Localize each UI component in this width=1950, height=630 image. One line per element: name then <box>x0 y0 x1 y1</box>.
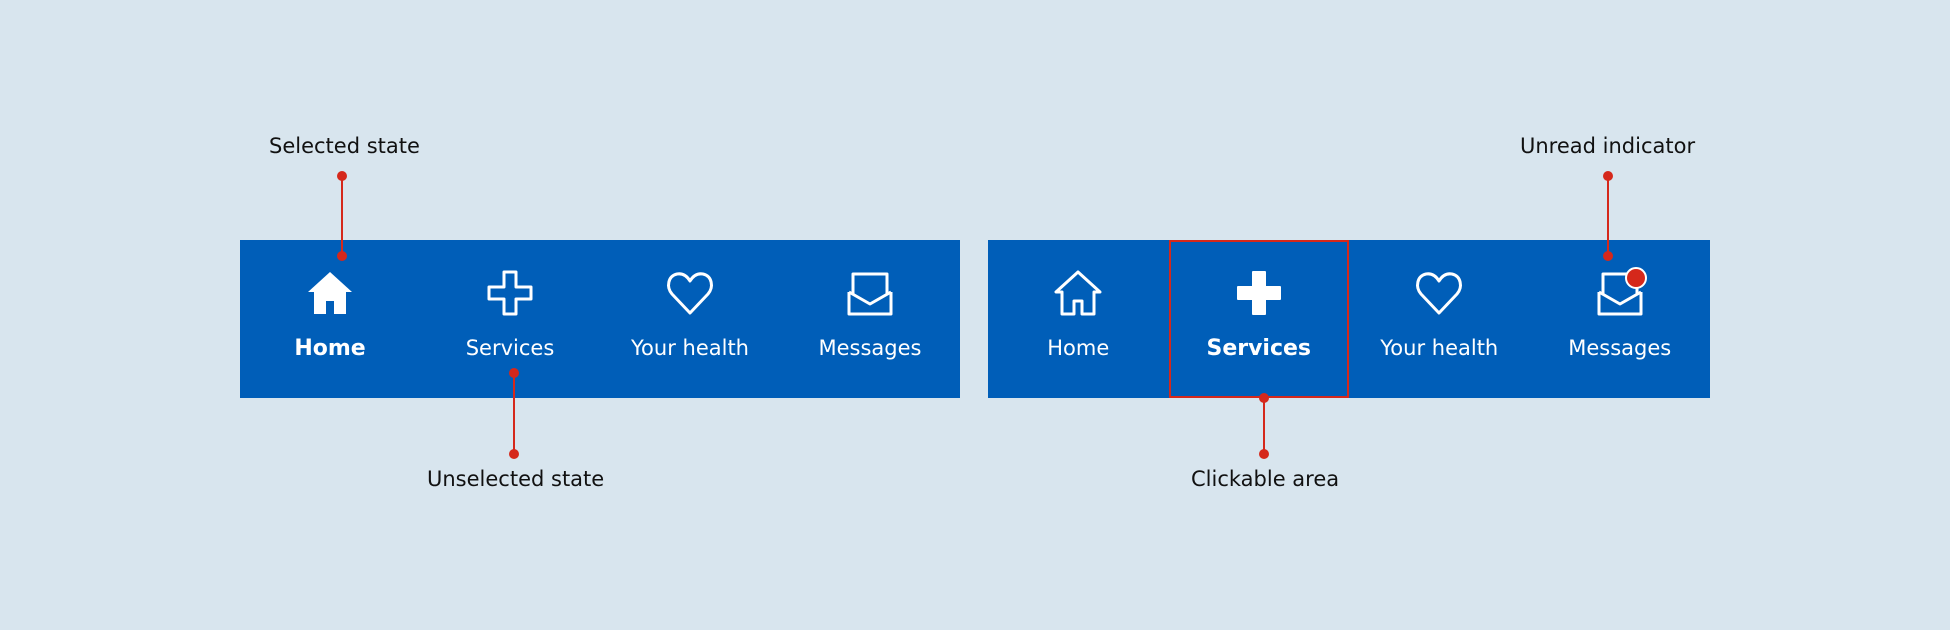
nav-item-label: Your health <box>631 336 749 360</box>
nav-item-home[interactable]: Home <box>988 240 1169 398</box>
annotation-leader-line <box>1263 398 1265 455</box>
nav-item-label: Messages <box>818 336 922 360</box>
annotation-dot <box>509 449 519 459</box>
annotation-dot <box>1259 449 1269 459</box>
heart-icon <box>1414 268 1464 318</box>
nav-item-label: Your health <box>1380 336 1499 360</box>
annotation-dot <box>509 368 519 378</box>
nav-item-messages[interactable]: Messages <box>780 240 960 398</box>
services-cross-icon <box>1234 268 1284 318</box>
nav-item-label: Services <box>1206 336 1312 361</box>
home-icon <box>305 268 355 318</box>
nav-item-label: Messages <box>1568 336 1672 360</box>
nav-item-messages[interactable]: Messages <box>1530 240 1711 398</box>
services-cross-icon <box>485 268 535 318</box>
annotation-unread-indicator: Unread indicator <box>1520 134 1696 158</box>
annotation-unselected-state: Unselected state <box>427 467 605 491</box>
heart-icon <box>665 268 715 318</box>
annotation-dot <box>1259 393 1269 403</box>
envelope-icon <box>845 268 895 318</box>
annotation-leader-line <box>341 176 343 256</box>
envelope-icon <box>1595 267 1647 318</box>
annotation-dot <box>337 171 347 181</box>
annotation-leader-line <box>1607 176 1609 256</box>
annotation-leader-line <box>513 373 515 455</box>
annotation-dot <box>1603 251 1613 261</box>
annotation-dot <box>1603 171 1613 181</box>
nav-item-label: Services <box>465 336 555 360</box>
bottom-nav-bar-example-2: Home Services Your health Messages <box>988 240 1710 398</box>
annotation-dot <box>337 251 347 261</box>
nav-item-your-health[interactable]: Your health <box>1349 240 1530 398</box>
annotation-clickable-area: Clickable area <box>1191 467 1340 491</box>
home-icon <box>1053 268 1103 318</box>
nav-item-label: Home <box>1047 336 1110 360</box>
nav-item-home[interactable]: Home <box>240 240 420 398</box>
bottom-nav-bar-example-1: Home Services Your health Messages <box>240 240 960 398</box>
annotation-selected-state: Selected state <box>269 134 420 158</box>
nav-item-services[interactable]: Services <box>1168 240 1349 398</box>
unread-indicator-badge <box>1624 267 1647 289</box>
nav-item-your-health[interactable]: Your health <box>600 240 780 398</box>
nav-item-label: Home <box>294 336 366 361</box>
